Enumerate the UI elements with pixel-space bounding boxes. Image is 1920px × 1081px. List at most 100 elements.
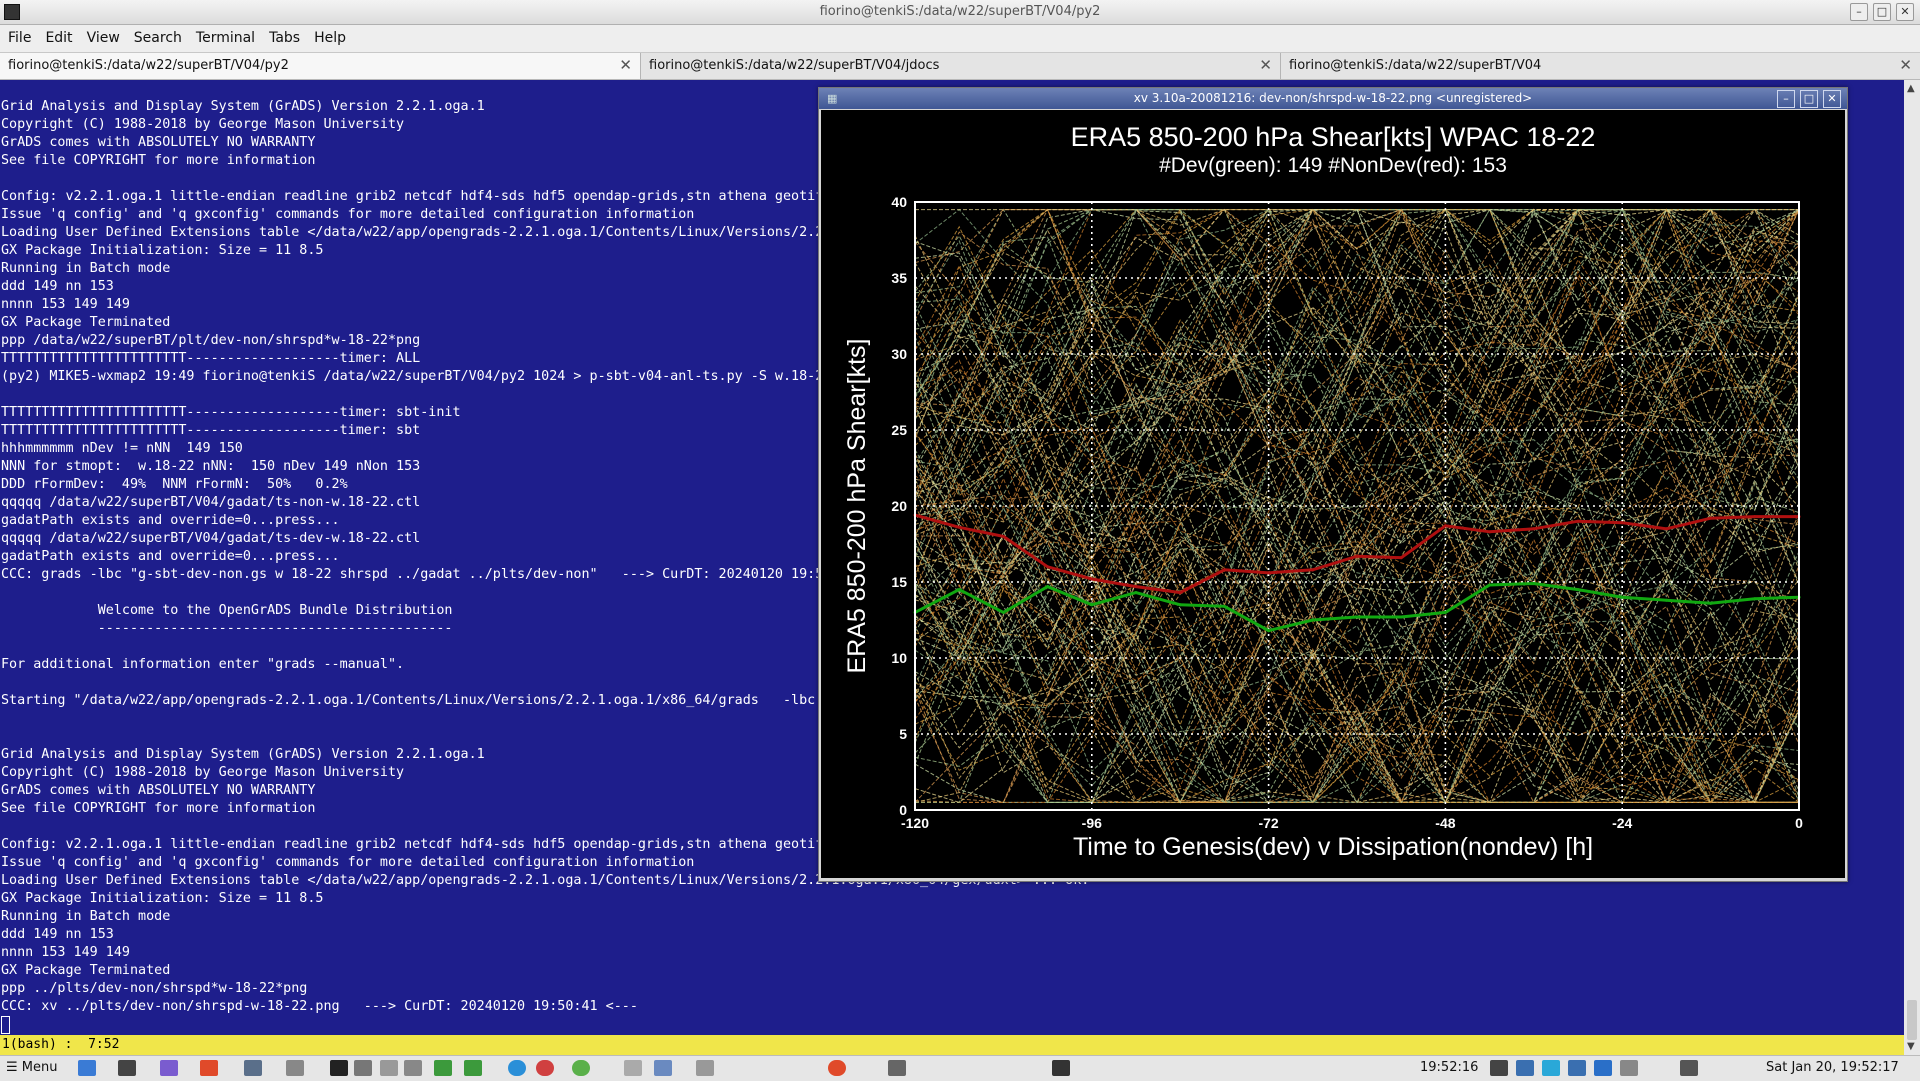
xv-window[interactable]: ▦ xv 3.10a-20081216: dev-non/shrspd-w-18… — [818, 87, 1848, 882]
scrollbar-thumb[interactable] — [1907, 1000, 1917, 1040]
status-text: 1(bash) : 7:52 — [2, 1037, 120, 1052]
data-point — [1311, 568, 1315, 572]
tool-icon[interactable] — [380, 1060, 398, 1076]
data-point — [1709, 516, 1713, 520]
y-axis-label: ERA5 850-200 hPa Shear[kts] — [843, 339, 871, 674]
y-tick-label: 25 — [891, 422, 907, 438]
network-icon[interactable] — [1516, 1060, 1534, 1076]
member-trace — [914, 575, 1800, 804]
data-point — [1664, 598, 1668, 602]
xv-maximize-button[interactable]: □ — [1800, 90, 1818, 108]
xv-icon[interactable] — [286, 1060, 304, 1076]
close-tab-icon[interactable]: ✕ — [1899, 56, 1912, 74]
member-trace — [914, 400, 1800, 791]
bluetooth2-icon[interactable] — [1594, 1060, 1612, 1076]
scroll-up-icon[interactable]: ▲ — [1907, 83, 1915, 94]
menu-help[interactable]: Help — [306, 25, 352, 46]
member-trace — [914, 643, 1800, 804]
maximize-button[interactable]: □ — [1873, 3, 1891, 21]
sync-icon[interactable] — [1542, 1060, 1560, 1076]
tab-v04[interactable]: fiorino@tenkiS:/data/w22/superBT/V04 ✕ — [1281, 53, 1920, 79]
editor-icon[interactable] — [434, 1060, 452, 1076]
data-point — [1532, 582, 1536, 586]
tab-label: fiorino@tenkiS:/data/w22/superBT/V04 — [1289, 58, 1542, 73]
data-point — [1134, 591, 1138, 595]
terminal2-icon[interactable] — [330, 1060, 348, 1076]
data-point — [1178, 603, 1182, 607]
app-icon[interactable] — [160, 1060, 178, 1076]
y-tick-label: 40 — [891, 194, 907, 210]
close-tab-icon[interactable]: ✕ — [1259, 56, 1272, 74]
display-icon[interactable] — [1568, 1060, 1586, 1076]
terminal-scrollbar[interactable]: ▲ ▼ — [1904, 80, 1920, 1055]
x-tick-label: 0 — [1795, 815, 1803, 831]
edge-icon[interactable] — [508, 1060, 526, 1076]
minimize-button[interactable]: – — [1850, 3, 1868, 21]
menu-search[interactable]: Search — [126, 25, 188, 46]
files-icon[interactable] — [354, 1060, 372, 1076]
tab-jdocs[interactable]: fiorino@tenkiS:/data/w22/superBT/V04/jdo… — [641, 53, 1281, 79]
chrome-icon[interactable] — [200, 1060, 218, 1076]
tab-label: fiorino@tenkiS:/data/w22/superBT/V04/py2 — [8, 58, 289, 73]
x-tick-label: -48 — [1435, 815, 1455, 831]
xv-titlebar[interactable]: ▦ xv 3.10a-20081216: dev-non/shrspd-w-18… — [819, 88, 1847, 109]
browser-icon[interactable] — [78, 1060, 96, 1076]
volume-icon[interactable] — [1620, 1060, 1638, 1076]
xv-minimize-button[interactable]: – — [1777, 90, 1795, 108]
member-trace — [914, 496, 1800, 804]
printer-icon[interactable] — [404, 1060, 422, 1076]
chrome2-icon[interactable] — [828, 1060, 846, 1076]
data-point — [1488, 530, 1492, 534]
y-tick-label: 20 — [891, 498, 907, 514]
start-menu-button[interactable]: ☰ Menu — [6, 1060, 57, 1075]
close-tab-icon[interactable]: ✕ — [619, 56, 632, 74]
menu-file[interactable]: File — [0, 25, 37, 46]
data-point — [1001, 534, 1005, 538]
data-point — [1222, 568, 1226, 572]
data-point — [1399, 556, 1403, 560]
calendar-icon[interactable] — [654, 1060, 672, 1076]
clock-time: 19:52:16 — [1420, 1060, 1479, 1075]
member-trace — [914, 551, 1800, 803]
data-point — [1090, 603, 1094, 607]
terminal-line: ppp ../plts/dev-non/shrspd*w-18-22*png — [1, 981, 308, 996]
y-tick-label: 0 — [899, 802, 907, 818]
xv-close-button[interactable]: ✕ — [1823, 90, 1841, 108]
scroll-down-icon[interactable]: ▼ — [1907, 1041, 1915, 1052]
app2-icon[interactable] — [536, 1060, 554, 1076]
data-point — [1709, 601, 1713, 605]
data-point — [1178, 591, 1182, 595]
shear-chart: ERA5 850-200 hPa Shear[kts] WPAC 18-22 #… — [843, 122, 1803, 861]
terminal-line: nnnn 153 149 149 — [1, 945, 130, 960]
tab-py2[interactable]: fiorino@tenkiS:/data/w22/superBT/V04/py2… — [0, 53, 641, 79]
keyboard-icon[interactable] — [1680, 1060, 1698, 1076]
notes-icon[interactable] — [464, 1060, 482, 1076]
data-point — [957, 525, 961, 529]
menu-terminal[interactable]: Terminal — [188, 25, 261, 46]
menu-edit[interactable]: Edit — [37, 25, 78, 46]
app4-icon[interactable] — [696, 1060, 714, 1076]
bluetooth-icon[interactable] — [1490, 1060, 1508, 1076]
member-trace — [914, 208, 1800, 405]
member-trace — [914, 578, 1800, 804]
x-tick-label: -72 — [1258, 815, 1278, 831]
window-icon[interactable] — [244, 1060, 262, 1076]
monitor-icon[interactable] — [1052, 1060, 1070, 1076]
calculator-icon[interactable] — [624, 1060, 642, 1076]
terminal-line: GX Package Terminated — [1, 963, 171, 978]
data-point — [1620, 521, 1624, 525]
close-button[interactable]: ✕ — [1896, 3, 1914, 21]
y-tick-label: 10 — [891, 650, 907, 666]
data-point — [1267, 571, 1271, 575]
app3-icon[interactable] — [572, 1060, 590, 1076]
screenshot-icon[interactable] — [888, 1060, 906, 1076]
data-point — [1664, 527, 1668, 531]
y-tick-label: 15 — [891, 574, 907, 590]
menu-view[interactable]: View — [79, 25, 126, 46]
data-point — [1001, 610, 1005, 614]
x-tick-label: -96 — [1082, 815, 1102, 831]
tab-label: fiorino@tenkiS:/data/w22/superBT/V04/jdo… — [649, 58, 940, 73]
menu-tabs[interactable]: Tabs — [261, 25, 306, 46]
chart-title: ERA5 850-200 hPa Shear[kts] WPAC 18-22 — [1071, 122, 1596, 152]
terminal-icon[interactable] — [118, 1060, 136, 1076]
